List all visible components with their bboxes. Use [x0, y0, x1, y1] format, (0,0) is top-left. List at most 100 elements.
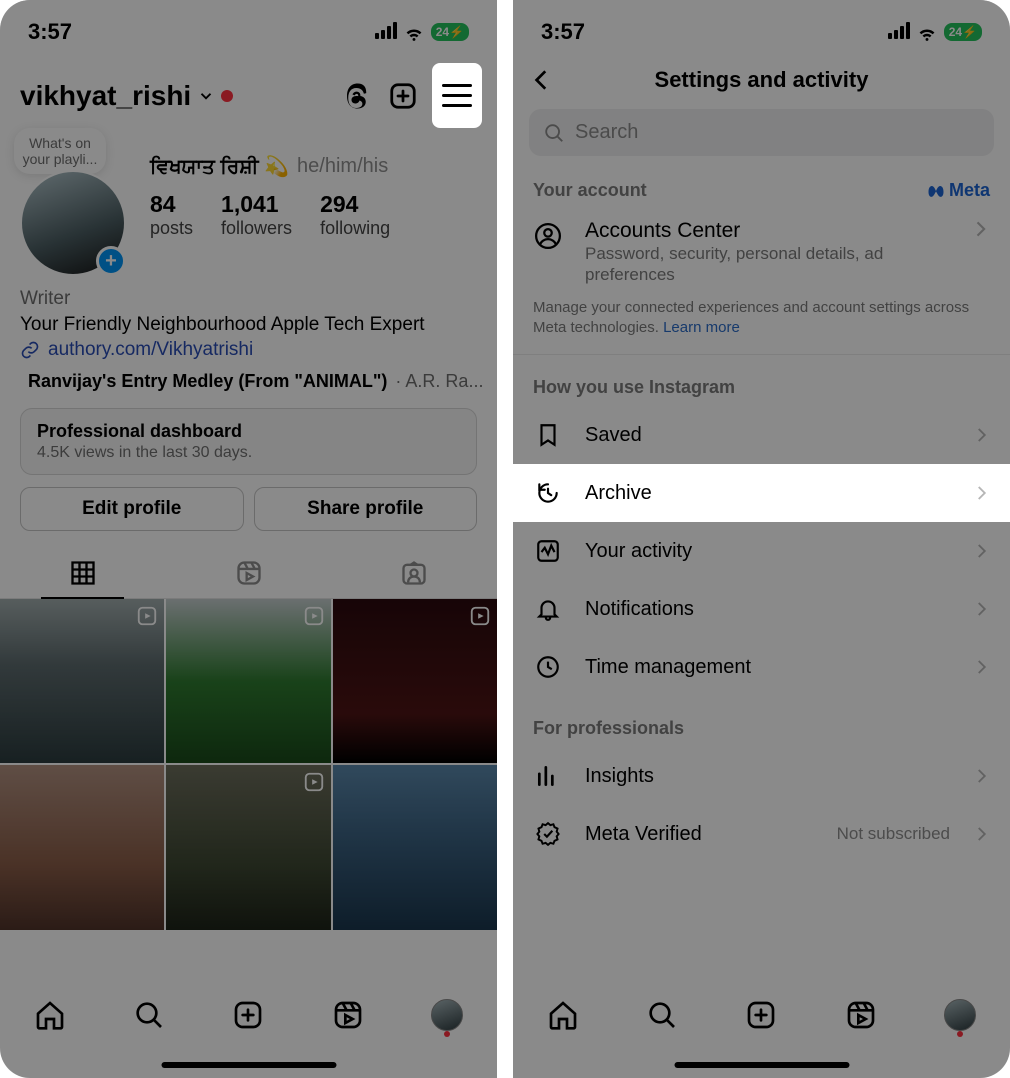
- home-indicator: [674, 1062, 849, 1068]
- status-bar: 3:57 24⚡: [0, 0, 497, 55]
- verified-icon: [535, 821, 561, 847]
- reel-indicator-icon: [303, 605, 325, 627]
- cellular-icon: [886, 19, 910, 45]
- meta-verified-row[interactable]: Meta Verified Not subscribed: [513, 805, 1010, 863]
- search-icon: [133, 999, 165, 1031]
- activity-icon: [535, 538, 561, 564]
- wifi-icon: [403, 21, 425, 43]
- search-input[interactable]: Search: [529, 109, 994, 156]
- pronouns: he/him/his: [297, 155, 388, 178]
- notification-dot-icon: [221, 90, 233, 102]
- username-dropdown[interactable]: vikhyat_rishi: [20, 80, 340, 112]
- nav-search[interactable]: [646, 999, 678, 1031]
- link-icon: [20, 340, 40, 360]
- share-profile-button[interactable]: Share profile: [254, 487, 478, 531]
- music-row[interactable]: Ranvijay's Entry Medley (From "ANIMAL") …: [0, 363, 497, 392]
- meta-verified-status: Not subscribed: [837, 824, 950, 844]
- posts-grid: [0, 599, 497, 930]
- your-activity-row[interactable]: Your activity: [513, 522, 1010, 580]
- plus-square-icon: [232, 999, 264, 1031]
- threads-button[interactable]: [340, 79, 374, 113]
- chevron-right-icon: [972, 825, 990, 843]
- bookmark-icon: [535, 422, 561, 448]
- profile-avatar-area[interactable]: What's on your playli... +: [20, 136, 130, 276]
- nav-home[interactable]: [34, 999, 66, 1031]
- bio-link[interactable]: authory.com/Vikhyatrishi: [20, 337, 477, 363]
- insights-icon: [535, 763, 561, 789]
- nav-profile[interactable]: [944, 999, 976, 1031]
- add-story-button[interactable]: +: [96, 246, 126, 276]
- nav-post[interactable]: [745, 999, 777, 1031]
- reels-icon: [235, 559, 263, 587]
- dot-icon: [444, 1031, 450, 1037]
- accounts-center-row[interactable]: Accounts Center Password, security, pers…: [513, 207, 1010, 298]
- nav-reels[interactable]: [332, 999, 364, 1031]
- plus-square-icon: [388, 81, 418, 111]
- reels-icon: [332, 999, 364, 1031]
- clock-icon: [535, 654, 561, 680]
- new-post-button[interactable]: [386, 79, 420, 113]
- cellular-icon: [373, 19, 397, 45]
- post-thumbnail[interactable]: [333, 765, 497, 929]
- section-usage: How you use Instagram: [513, 355, 1010, 406]
- profile-screen: 3:57 24⚡ vikhyat_rishi What's: [0, 0, 497, 1078]
- stat-followers[interactable]: 1,041 followers: [221, 191, 292, 239]
- learn-more-link[interactable]: Learn more: [663, 319, 740, 336]
- reel-indicator-icon: [469, 605, 491, 627]
- tagged-icon: [400, 559, 428, 587]
- tab-grid[interactable]: [0, 549, 166, 598]
- battery-indicator: 24⚡: [431, 23, 469, 41]
- hamburger-icon: [442, 94, 472, 97]
- chevron-right-icon: [970, 219, 990, 239]
- bio-text: Your Friendly Neighbourhood Apple Tech E…: [20, 312, 477, 338]
- note-bubble[interactable]: What's on your playli...: [14, 128, 106, 174]
- chevron-right-icon: [972, 484, 990, 502]
- bell-icon: [535, 596, 561, 622]
- reels-icon: [845, 999, 877, 1031]
- settings-screen: 3:57 24⚡ Settings and activity Search Yo…: [513, 0, 1010, 1078]
- stat-following[interactable]: 294 following: [320, 191, 390, 239]
- post-thumbnail[interactable]: [166, 765, 330, 929]
- nav-reels[interactable]: [845, 999, 877, 1031]
- nav-search[interactable]: [133, 999, 165, 1031]
- saved-row[interactable]: Saved: [513, 406, 1010, 464]
- notifications-row[interactable]: Notifications: [513, 580, 1010, 638]
- post-thumbnail[interactable]: [166, 599, 330, 763]
- menu-button[interactable]: [432, 63, 482, 128]
- archive-row[interactable]: Archive: [513, 464, 1010, 522]
- nav-home[interactable]: [547, 999, 579, 1031]
- reel-indicator-icon: [136, 605, 158, 627]
- meta-icon: [926, 181, 946, 201]
- tab-reels[interactable]: [166, 549, 332, 598]
- nav-profile[interactable]: [431, 999, 463, 1031]
- chevron-down-icon: [197, 87, 215, 105]
- page-title: Settings and activity: [559, 67, 964, 93]
- post-thumbnail[interactable]: [0, 599, 164, 763]
- meta-logo: Meta: [926, 180, 990, 201]
- avatar-icon: [431, 999, 463, 1031]
- time-management-row[interactable]: Time management: [513, 638, 1010, 696]
- chevron-left-icon: [529, 67, 555, 93]
- professional-dashboard[interactable]: Professional dashboard 4.5K views in the…: [20, 408, 477, 475]
- post-thumbnail[interactable]: [0, 765, 164, 929]
- chevron-right-icon: [972, 767, 990, 785]
- nav-post[interactable]: [232, 999, 264, 1031]
- dot-icon: [957, 1031, 963, 1037]
- status-time: 3:57: [28, 19, 72, 45]
- search-icon: [646, 999, 678, 1031]
- insights-row[interactable]: Insights: [513, 747, 1010, 805]
- chevron-right-icon: [972, 658, 990, 676]
- search-icon: [543, 122, 565, 144]
- tab-tagged[interactable]: [331, 549, 497, 598]
- back-button[interactable]: [529, 67, 559, 93]
- battery-indicator: 24⚡: [944, 23, 982, 41]
- account-icon: [533, 221, 563, 251]
- home-indicator: [161, 1062, 336, 1068]
- avatar-icon: [944, 999, 976, 1031]
- post-thumbnail[interactable]: [333, 599, 497, 763]
- status-time: 3:57: [541, 19, 585, 45]
- stat-posts[interactable]: 84 posts: [150, 191, 193, 239]
- edit-profile-button[interactable]: Edit profile: [20, 487, 244, 531]
- reel-indicator-icon: [303, 771, 325, 793]
- avatar[interactable]: +: [20, 170, 126, 276]
